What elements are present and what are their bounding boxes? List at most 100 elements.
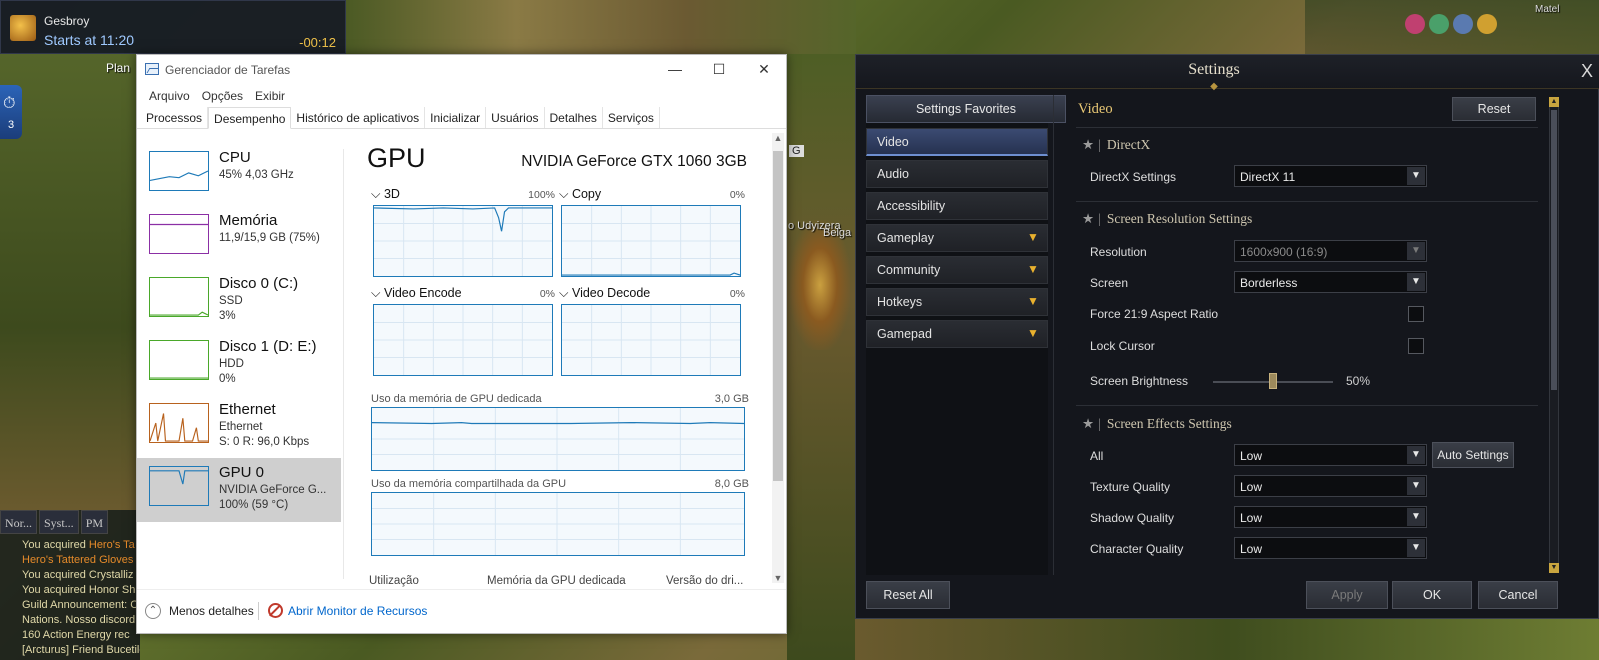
engine-video-decode[interactable]: ⌵ Video Decode 0% [559,286,745,382]
chevron-up-icon[interactable]: ⌃ [145,603,161,619]
sidebar-item-disco-0[interactable]: Disco 0 (C:) SSD 3% [137,269,341,330]
event-timer-panel[interactable]: Gesbroy Starts at 11:20 -00:12 [0,0,346,54]
sidebar-item-gpu-0[interactable]: GPU 0 NVIDIA GeForce G... 100% (59 °C) [137,458,341,522]
stopwatch-icon[interactable]: 3 [0,85,22,139]
engine-video-encode[interactable]: ⌵ Video Encode 0% [371,286,555,382]
task-manager-icon [145,63,159,75]
reset-button[interactable]: Reset [1452,97,1536,121]
tab-detalhes[interactable]: Detalhes [545,107,603,128]
plan-label[interactable]: Plan [106,61,130,75]
lock-cursor-checkbox[interactable] [1408,338,1424,354]
resolution-dropdown[interactable]: 1600x900 (16:9) ▼ [1234,240,1427,262]
tab-servicos[interactable]: Serviços [603,107,660,128]
sidebar-mini-graph [149,466,209,506]
shared-memory-graph[interactable] [371,492,745,556]
tm-scrollbar[interactable]: ▲ ▼ [772,133,784,583]
event-icon[interactable] [1453,14,1473,34]
menu-opcoes[interactable]: Opções [196,85,249,107]
category-gamepad[interactable]: Gamepad ▼ [866,320,1048,348]
character-quality-dropdown[interactable]: Low ▼ [1234,537,1427,559]
category-audio[interactable]: Audio [866,160,1048,188]
category-gameplay[interactable]: Gameplay ▼ [866,224,1048,252]
settings-scrollbar[interactable]: ▲ ▼ [1549,97,1559,573]
scroll-down-icon[interactable]: ▼ [1549,563,1559,573]
sidebar-item-label: Memória [219,212,278,229]
lock-cursor-label: Lock Cursor [1090,339,1155,353]
brightness-slider-handle[interactable] [1269,373,1277,389]
open-resource-monitor-link[interactable]: Abrir Monitor de Recursos [288,604,427,618]
apply-button[interactable]: Apply [1306,581,1388,609]
settings-scroll-thumb[interactable] [1551,110,1557,390]
settings-footer: Reset All Apply OK Cancel [856,575,1599,620]
texture-quality-label: Texture Quality [1090,480,1171,494]
tm-scroll-thumb[interactable] [773,151,783,481]
tab-inicializar[interactable]: Inicializar [425,107,487,128]
tab-usuarios[interactable]: Usuários [486,107,545,128]
chat-line: Guild Announcement: C [22,599,139,611]
chat-line: 160 Action Energy rec [22,629,130,641]
sidebar-item-memria[interactable]: Memória 11,9/15,9 GB (75%) [137,206,341,267]
engine-copy[interactable]: ⌵ Copy 0% [559,187,745,283]
favorite-star-icon[interactable]: ★ [1082,137,1094,152]
engine-3d-label: ⌵ 3D [371,187,400,201]
category-accessibility[interactable]: Accessibility [866,192,1048,220]
ok-button[interactable]: OK [1392,581,1472,609]
sidebar-item-ethernet[interactable]: Ethernet Ethernet S: 0 R: 96,0 Kbps [137,395,341,456]
scroll-down-icon[interactable]: ▼ [772,573,784,583]
menu-exibir[interactable]: Exibir [249,85,291,107]
category-video[interactable]: Video [866,128,1048,156]
chat-tab-normal[interactable]: Nor... [0,510,37,534]
settings-window[interactable]: Settings ◆ X Settings Favorites Video Aud… [855,54,1599,619]
auto-settings-button[interactable]: Auto Settings [1432,442,1514,468]
cancel-button[interactable]: Cancel [1478,581,1558,609]
brightness-label: Screen Brightness [1090,374,1189,388]
settings-close-button[interactable]: X [1576,60,1598,82]
tab-historico[interactable]: Histórico de aplicativos [291,107,426,128]
title-bar[interactable]: Gerenciador de Tarefas — ☐ ✕ [137,55,786,85]
engine-3d[interactable]: ⌵ 3D 100% [371,187,555,283]
tab-processos[interactable]: Processos [141,107,209,128]
directx-dropdown[interactable]: DirectX 11 ▼ [1234,165,1427,187]
scroll-up-icon[interactable]: ▲ [1549,97,1559,107]
chevron-down-icon: ▼ [1407,167,1425,185]
event-name: Gesbroy [44,14,90,28]
header-ornament-icon: ◆ [1210,81,1218,92]
party-icon[interactable] [1405,14,1425,34]
screen-mode-dropdown[interactable]: Borderless ▼ [1234,271,1427,293]
section-resolution: ★ | Screen Resolution Settings [1082,211,1253,226]
chat-window[interactable]: Nor... Syst... PM You acquired Hero's Ta… [0,510,140,660]
reset-all-button[interactable]: Reset All [866,581,950,609]
engine-copy-pct: 0% [729,189,745,201]
sidebar-item-cpu[interactable]: CPU 45% 4,03 GHz [137,143,341,204]
menu-arquivo[interactable]: Arquivo [143,85,196,107]
quest-icon[interactable] [1429,14,1449,34]
force-aspect-checkbox[interactable] [1408,306,1424,322]
all-quality-label: All [1090,449,1104,463]
category-hotkeys[interactable]: Hotkeys ▼ [866,288,1048,316]
close-button[interactable]: ✕ [741,55,787,85]
sidebar-divider [343,149,344,579]
category-community[interactable]: Community ▼ [866,256,1048,284]
shadow-quality-dropdown[interactable]: Low ▼ [1234,506,1427,528]
favorite-star-icon[interactable]: ★ [1082,211,1094,226]
fewer-details-link[interactable]: Menos detalhes [169,604,254,618]
category-label: Video [877,135,909,149]
all-quality-dropdown[interactable]: Low ▼ [1234,444,1427,466]
settings-category-list: Settings Favorites Video Audio Accessibili… [866,95,1066,575]
favorite-star-icon[interactable]: ★ [1082,416,1094,431]
minimap-area: Matel [1305,0,1599,56]
chat-tab-pm[interactable]: PM [80,510,109,534]
chat-tab-system[interactable]: Syst... [39,510,79,534]
panel-title: Video [1078,101,1113,117]
settings-favorites-button[interactable]: Settings Favorites [866,95,1066,123]
minimize-button[interactable]: — [652,55,698,85]
sidebar-item-disco-1[interactable]: Disco 1 (D: E:) HDD 0% [137,332,341,393]
texture-quality-dropdown[interactable]: Low ▼ [1234,475,1427,497]
pet-icon[interactable] [1477,14,1497,34]
task-manager-window[interactable]: Gerenciador de Tarefas — ☐ ✕ Arquivo Opç… [136,54,787,634]
scroll-up-icon[interactable]: ▲ [772,133,784,143]
dedicated-memory-graph[interactable] [371,407,745,471]
maximize-button[interactable]: ☐ [696,55,742,85]
category-label: Hotkeys [877,295,923,309]
tab-desempenho[interactable]: Desempenho [208,107,292,129]
